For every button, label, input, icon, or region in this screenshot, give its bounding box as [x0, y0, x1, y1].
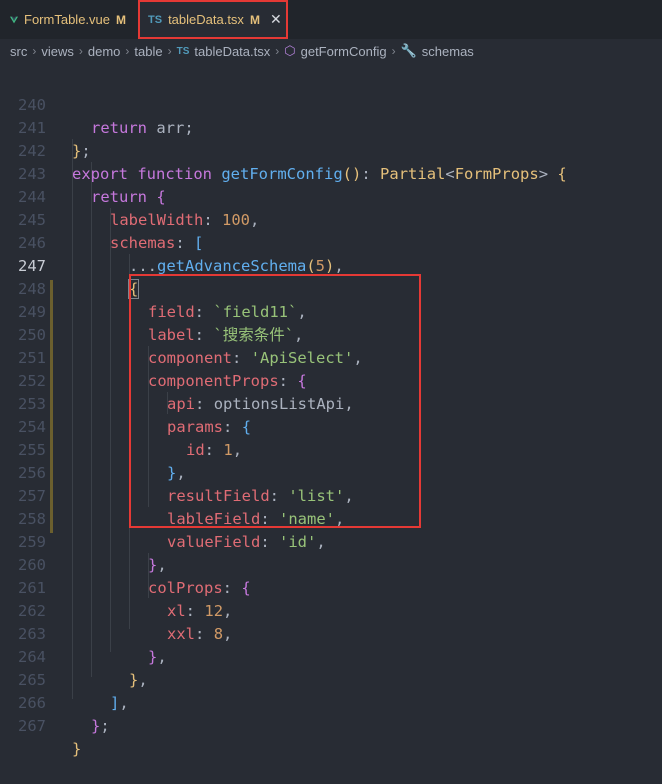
chevron-right-icon: › — [125, 44, 130, 58]
typescript-icon: TS — [148, 13, 163, 26]
tab-tabledata-tsx[interactable]: TS tableData.tsx M ✕ — [138, 0, 288, 39]
vue-icon — [10, 16, 19, 23]
code-line: 245 schemas: [ — [0, 186, 662, 252]
code-line: 267 } — [0, 692, 662, 758]
wrench-icon: 🔧 — [400, 43, 417, 58]
code-line: 252 api: optionsListApi, — [0, 347, 662, 413]
breadcrumb-item[interactable]: getFormConfig — [301, 44, 387, 59]
code-editor[interactable]: 240 return arr; 241 }; 242 export functi… — [0, 70, 662, 758]
breadcrumb-item[interactable]: views — [41, 44, 74, 59]
code-line: 249 label: `搜索条件`, — [0, 278, 662, 344]
modified-indicator: M — [116, 12, 126, 27]
code-line: 243 return { — [0, 140, 662, 206]
breadcrumb: src › views › demo › table › TS tableDat… — [0, 39, 662, 63]
modified-indicator: M — [249, 12, 260, 27]
tab-label: FormTable.vue — [24, 12, 110, 27]
breadcrumb-item[interactable]: tableData.tsx — [194, 44, 270, 59]
line-number: 267 — [18, 717, 46, 735]
breadcrumb-item[interactable]: schemas — [422, 44, 474, 59]
code-line: 259 }, — [0, 508, 662, 574]
chevron-right-icon: › — [275, 44, 280, 58]
code-line: 242 export function getFormConfig(): Par… — [0, 117, 662, 183]
breadcrumb-item[interactable]: demo — [88, 44, 121, 59]
chevron-right-icon: › — [32, 44, 37, 58]
chevron-right-icon: › — [391, 44, 396, 58]
code-line: 261 xl: 12, — [0, 554, 662, 620]
tab-label: tableData.tsx — [168, 12, 244, 27]
code-line: 254 id: 1, — [0, 393, 662, 459]
code-line: 240 return arr; — [0, 71, 662, 137]
function-cube-icon: ⬡ — [284, 43, 296, 58]
code-line: 262 xxl: 8, — [0, 577, 662, 643]
code-line: 248 field: `field11`, — [0, 255, 662, 321]
code-line: 265 ], — [0, 646, 662, 712]
chevron-right-icon: › — [78, 44, 83, 58]
code-line: 255 }, — [0, 416, 662, 482]
code-line: 253 params: { — [0, 370, 662, 436]
tab-bar: FormTable.vue M TS tableData.tsx M ✕ — [0, 0, 662, 39]
code-line-current: 247 { — [0, 232, 662, 299]
close-icon[interactable]: ✕ — [270, 11, 282, 28]
tab-formtable-vue[interactable]: FormTable.vue M — [0, 0, 138, 39]
code-line: 251 componentProps: { — [0, 324, 662, 390]
breadcrumb-item[interactable]: table — [134, 44, 162, 59]
code-line: 241 }; — [0, 94, 662, 160]
code-line: 250 component: 'ApiSelect', — [0, 301, 662, 367]
code-line: 260 colProps: { — [0, 531, 662, 597]
code-line: 256 resultField: 'list', — [0, 439, 662, 505]
breadcrumb-item[interactable]: src — [10, 44, 27, 59]
code-line: 257 lableField: 'name', — [0, 462, 662, 528]
code-line: 263 }, — [0, 600, 662, 666]
code-line: 264 }, — [0, 623, 662, 689]
chevron-right-icon: › — [167, 44, 172, 58]
code-line: 244 labelWidth: 100, — [0, 163, 662, 229]
code-line: 266 }; — [0, 669, 662, 735]
code-line: 246 ...getAdvanceSchema(5), — [0, 209, 662, 275]
code-line: 258 valueField: 'id', — [0, 485, 662, 551]
typescript-icon: TS — [176, 45, 190, 57]
